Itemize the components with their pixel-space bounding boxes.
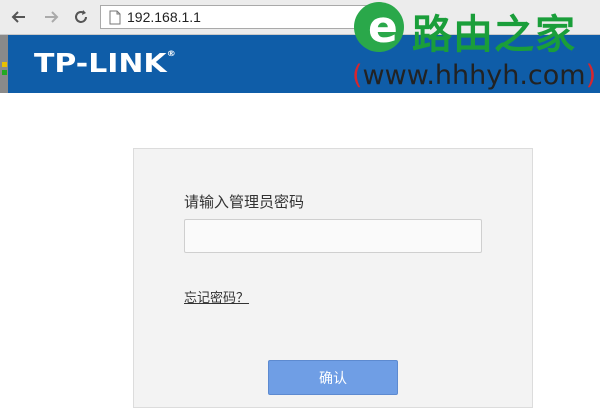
- brand-logo: TP-LINK®: [34, 49, 176, 79]
- reload-button[interactable]: [70, 6, 92, 28]
- watermark-url: (www.hhhyh.com): [352, 60, 597, 91]
- side-indicator: [2, 62, 7, 67]
- watermark-logo-icon: e: [354, 2, 404, 53]
- address-bar[interactable]: 192.168.1.1: [100, 5, 390, 29]
- forgot-password-link[interactable]: 忘记密码？: [184, 287, 249, 306]
- url-text: 192.168.1.1: [127, 9, 201, 25]
- back-button[interactable]: [8, 6, 30, 28]
- forward-button[interactable]: [40, 6, 62, 28]
- side-indicator: [2, 70, 7, 75]
- login-card: 请输入管理员密码 忘记密码？ 确认: [133, 148, 533, 408]
- reload-icon: [75, 10, 87, 23]
- arrow-left-icon: [11, 11, 25, 23]
- watermark: e 路由之家 (www.hhhyh.com): [350, 0, 600, 100]
- password-label: 请输入管理员密码: [184, 193, 305, 211]
- confirm-button[interactable]: 确认: [268, 360, 398, 395]
- arrow-right-icon: [45, 11, 59, 23]
- page-icon: [109, 10, 121, 25]
- password-input[interactable]: [184, 219, 482, 253]
- watermark-title: 路由之家: [412, 12, 576, 58]
